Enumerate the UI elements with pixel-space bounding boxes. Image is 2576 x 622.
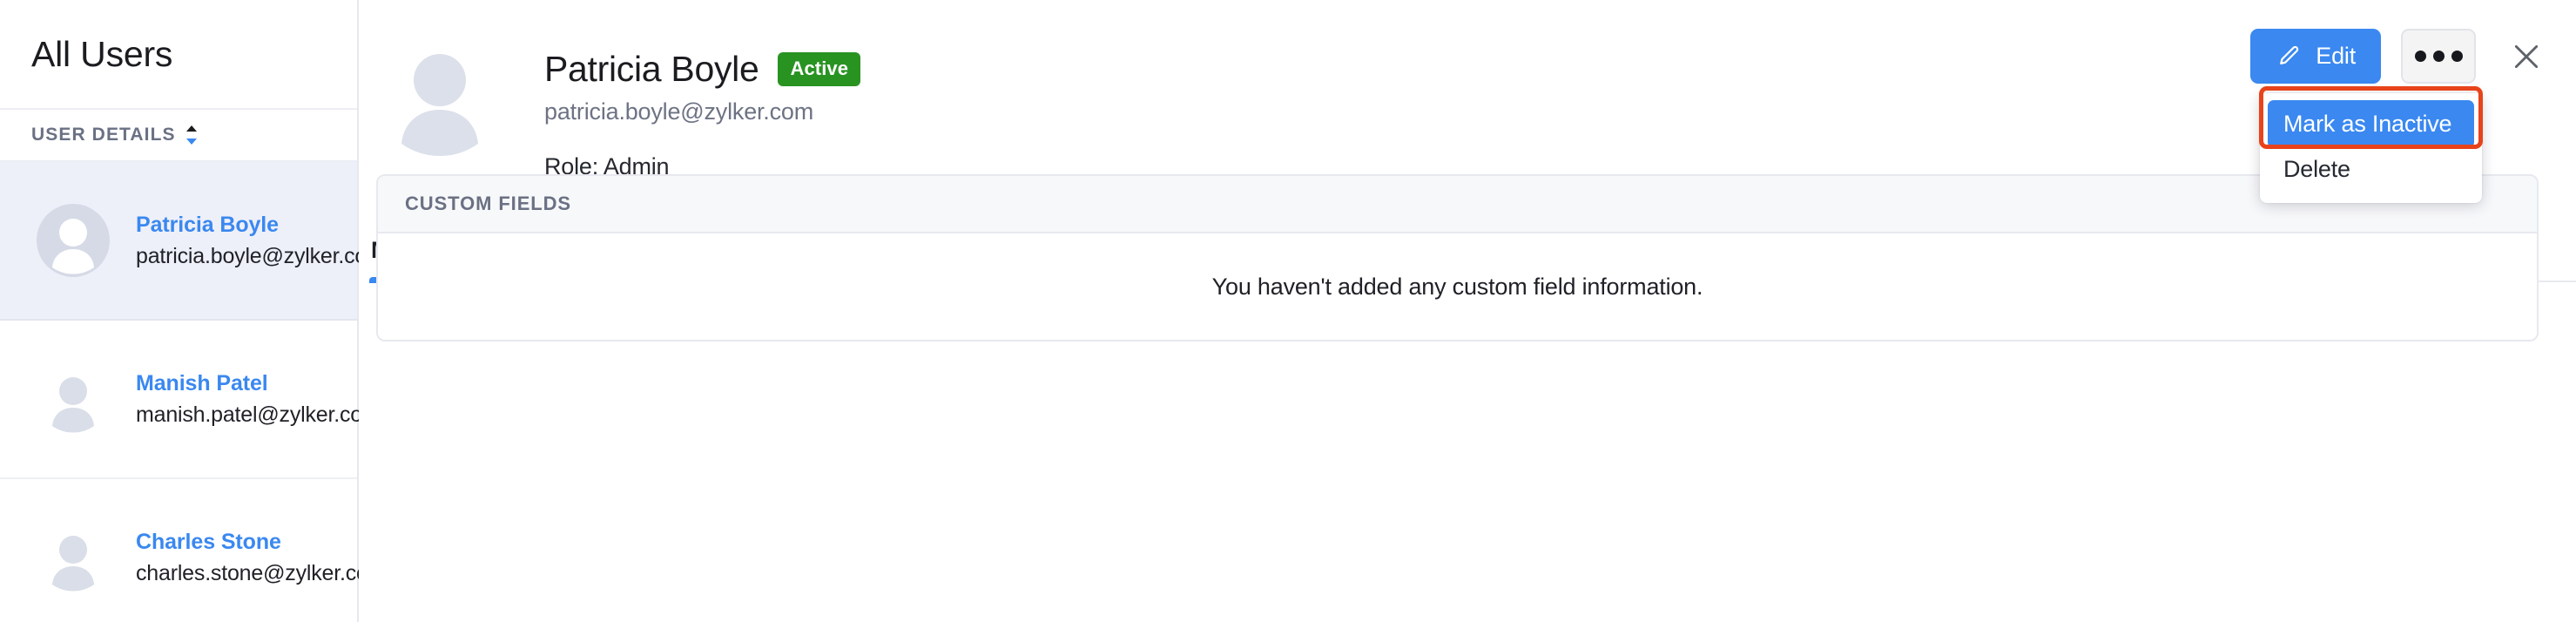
avatar: [37, 362, 110, 436]
close-x-icon: [2509, 39, 2544, 74]
user-detail-panel: Patricia Boyle Active patricia.boyle@zyl…: [359, 0, 2576, 622]
sort-updown-icon[interactable]: [184, 124, 199, 146]
edit-button-label: Edit: [2316, 43, 2356, 69]
list-item[interactable]: Patricia Boyle patricia.boyle@zylker.com: [0, 162, 385, 321]
profile-header: Patricia Boyle Active patricia.boyle@zyl…: [359, 0, 2576, 180]
detail-actions: Edit: [2250, 29, 2576, 84]
ellipsis-icon: [2414, 51, 2463, 62]
edit-button[interactable]: Edit: [2250, 29, 2381, 84]
more-options-button[interactable]: [2401, 29, 2476, 84]
user-email: charles.stone@zylker.com: [136, 561, 387, 585]
user-avatar-placeholder-icon: [374, 30, 506, 162]
list-item-text: Manish Patel manish.patel@zylker.com: [136, 368, 381, 431]
list-item-text: Patricia Boyle patricia.boyle@zylker.com: [136, 209, 385, 273]
user-email: patricia.boyle@zylker.com: [136, 244, 385, 268]
custom-fields-title: CUSTOM FIELDS: [405, 193, 571, 214]
more-options-dropdown: Mark as Inactive Delete: [2259, 86, 2483, 203]
list-item[interactable]: Manish Patel manish.patel@zylker.com: [0, 321, 381, 479]
page-title: All Users: [31, 33, 173, 74]
close-button[interactable]: [2506, 37, 2546, 77]
avatar: [37, 204, 110, 277]
user-details-column-label: USER DETAILS: [31, 125, 176, 145]
profile-meta: Patricia Boyle Active patricia.boyle@zyl…: [544, 30, 861, 180]
user-name-link[interactable]: Charles Stone: [136, 526, 386, 558]
list-item[interactable]: Charles Stone charles.stone@zylker.com: [0, 479, 387, 622]
list-item-text: Charles Stone charles.stone@zylker.com: [136, 526, 387, 590]
custom-fields-card: CUSTOM FIELDS You haven't added any cust…: [376, 174, 2539, 341]
status-badge: Active: [778, 52, 861, 86]
custom-fields-header: CUSTOM FIELDS: [378, 176, 2537, 233]
user-email: manish.patel@zylker.com: [136, 402, 381, 427]
sidebar-title-bar: All Users: [0, 0, 357, 110]
user-name-link[interactable]: Manish Patel: [136, 368, 381, 399]
avatar: [37, 521, 110, 594]
custom-fields-body: You haven't added any custom field infor…: [378, 233, 2537, 340]
pencil-icon: [2276, 44, 2302, 70]
menu-item-delete[interactable]: Delete: [2260, 148, 2482, 191]
profile-name-line: Patricia Boyle Active: [544, 49, 861, 90]
custom-fields-empty-message: You haven't added any custom field infor…: [1211, 273, 1703, 300]
user-list-header[interactable]: USER DETAILS: [0, 110, 357, 162]
profile-email: patricia.boyle@zylker.com: [544, 98, 814, 125]
menu-item-mark-as-inactive[interactable]: Mark as Inactive: [2268, 100, 2474, 148]
profile-name: Patricia Boyle: [544, 49, 759, 89]
users-sidebar: All Users USER DETAILS Patricia Boyle pa…: [0, 0, 387, 622]
user-name-link[interactable]: Patricia Boyle: [136, 209, 385, 240]
user-management-screen: All Users USER DETAILS Patricia Boyle pa…: [0, 0, 2576, 622]
